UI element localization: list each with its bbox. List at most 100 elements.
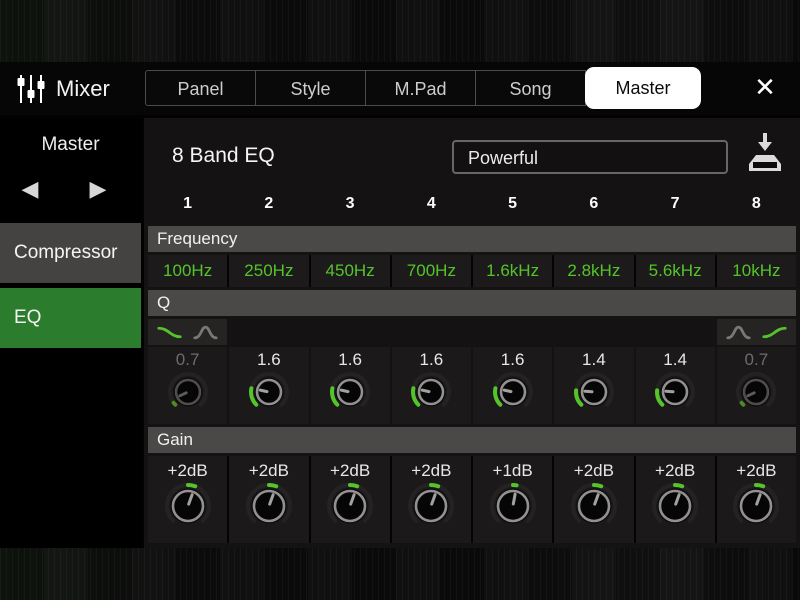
gain-knob-cell[interactable]: +2dB <box>636 456 715 543</box>
frequency-row-label: Frequency <box>148 226 796 252</box>
gain-value: +2dB <box>655 456 695 482</box>
band-number: 5 <box>473 188 552 220</box>
gain-knob[interactable] <box>568 480 620 537</box>
mixer-dialog: Mixer PanelStyleM.PadSongMaster ✕ Master… <box>0 62 800 548</box>
gain-knob-cell[interactable]: +1dB <box>473 456 552 543</box>
frequency-value[interactable]: 700Hz <box>392 255 471 287</box>
low-shelf-icon <box>156 325 183 340</box>
close-icon: ✕ <box>754 73 776 103</box>
tab-bar: PanelStyleM.PadSongMaster <box>145 70 701 108</box>
gain-knob[interactable] <box>487 480 539 537</box>
gain-knob[interactable] <box>243 480 295 537</box>
gain-value: +2dB <box>411 456 451 482</box>
sidebar: Master ◀ ▶ CompressorEQ <box>0 118 141 548</box>
save-button[interactable] <box>744 130 786 178</box>
band-type-selector[interactable] <box>148 319 227 345</box>
q-knob-cell[interactable]: 1.4 <box>636 347 715 424</box>
q-knob[interactable] <box>165 369 211 420</box>
frequency-value[interactable]: 100Hz <box>148 255 227 287</box>
part-selector-label: Master <box>0 134 141 156</box>
part-prev-button[interactable]: ◀ <box>8 170 52 210</box>
gain-knob[interactable] <box>324 480 376 537</box>
q-knob[interactable] <box>246 369 292 420</box>
tab-style[interactable]: Style <box>255 70 366 106</box>
q-band-column: 1.4 <box>554 319 633 424</box>
gain-value: +2dB <box>736 456 776 482</box>
part-selector-arrows: ◀ ▶ <box>0 170 141 210</box>
tab-panel[interactable]: Panel <box>145 70 256 106</box>
close-button[interactable]: ✕ <box>742 62 788 115</box>
frequency-value[interactable]: 10kHz <box>717 255 796 287</box>
peak-icon <box>192 325 219 340</box>
band-type-selector[interactable] <box>717 319 796 345</box>
q-band-column: 1.6 <box>229 319 308 424</box>
panel-title: 8 Band EQ <box>172 144 275 168</box>
sidebar-item-eq[interactable]: EQ <box>0 288 141 348</box>
frequency-value[interactable]: 5.6kHz <box>636 255 715 287</box>
frequency-value[interactable]: 450Hz <box>311 255 390 287</box>
gain-knob-cell[interactable]: +2dB <box>311 456 390 543</box>
tab-mpad[interactable]: M.Pad <box>365 70 476 106</box>
window-title: Mixer <box>56 62 110 115</box>
band-number: 8 <box>717 188 796 220</box>
q-knob-cell[interactable]: 1.6 <box>311 347 390 424</box>
peak-icon <box>725 325 752 340</box>
gain-knob[interactable] <box>649 480 701 537</box>
knob-dial <box>405 480 457 532</box>
q-value: 1.4 <box>582 347 606 371</box>
q-knob[interactable] <box>733 369 779 420</box>
knob-dial <box>243 480 295 532</box>
q-row-label: Q <box>148 290 796 316</box>
q-knob-cell[interactable]: 1.6 <box>392 347 471 424</box>
band-number: 3 <box>311 188 390 220</box>
gain-value: +2dB <box>330 456 370 482</box>
gain-knob-cell[interactable]: +2dB <box>229 456 308 543</box>
q-value: 1.6 <box>338 347 362 371</box>
q-knob[interactable] <box>490 369 536 420</box>
gain-knob[interactable] <box>730 480 782 537</box>
gain-value: +2dB <box>168 456 208 482</box>
tab-master[interactable]: Master <box>585 67 701 109</box>
window-titlebar: Mixer PanelStyleM.PadSongMaster ✕ <box>0 62 800 115</box>
gain-knob[interactable] <box>405 480 457 537</box>
gain-value: +2dB <box>574 456 614 482</box>
frequency-value[interactable]: 2.8kHz <box>554 255 633 287</box>
q-knob[interactable] <box>571 369 617 420</box>
part-next-button[interactable]: ▶ <box>76 170 120 210</box>
q-knob-cell[interactable]: 0.7 <box>148 347 227 424</box>
q-band-column: 1.6 <box>311 319 390 424</box>
q-value: 1.6 <box>420 347 444 371</box>
band-number: 4 <box>392 188 471 220</box>
q-row: 0.7 1.6 1.6 1.6 1.6 1.4 1.4 0.7 <box>148 319 796 424</box>
knob-dial <box>490 369 536 415</box>
frequency-value[interactable]: 1.6kHz <box>473 255 552 287</box>
sidebar-item-compressor[interactable]: Compressor <box>0 223 141 283</box>
gain-knob-cell[interactable]: +2dB <box>392 456 471 543</box>
q-value: 0.7 <box>745 347 769 371</box>
q-band-column: 1.4 <box>636 319 715 424</box>
q-knob[interactable] <box>327 369 373 420</box>
q-value: 0.7 <box>176 347 200 371</box>
gain-knob[interactable] <box>162 480 214 537</box>
q-knob-cell[interactable]: 0.7 <box>717 347 796 424</box>
eq-panel: 8 Band EQ Powerful 12345678 Frequency 10… <box>144 118 800 548</box>
tab-song[interactable]: Song <box>475 70 586 106</box>
part-selector: Master ◀ ▶ <box>0 118 141 223</box>
q-knob[interactable] <box>652 369 698 420</box>
gain-knob-cell[interactable]: +2dB <box>148 456 227 543</box>
q-knob-cell[interactable]: 1.6 <box>473 347 552 424</box>
gain-knob-cell[interactable]: +2dB <box>554 456 633 543</box>
knob-dial <box>327 369 373 415</box>
preset-selector[interactable]: Powerful <box>452 140 728 174</box>
knob-dial <box>571 369 617 415</box>
knob-dial <box>649 480 701 532</box>
q-knob[interactable] <box>408 369 454 420</box>
gain-knob-cell[interactable]: +2dB <box>717 456 796 543</box>
q-knob-cell[interactable]: 1.6 <box>229 347 308 424</box>
q-knob-cell[interactable]: 1.4 <box>554 347 633 424</box>
knob-dial <box>165 369 211 415</box>
frequency-value[interactable]: 250Hz <box>229 255 308 287</box>
knob-dial <box>730 480 782 532</box>
band-number: 7 <box>636 188 715 220</box>
high-shelf-icon <box>761 325 788 340</box>
